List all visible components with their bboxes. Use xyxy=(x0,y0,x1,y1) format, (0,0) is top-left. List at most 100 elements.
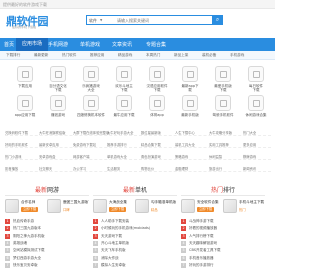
subnav-item[interactable]: 热门软件 xyxy=(62,53,76,58)
text-link[interactable]: 角色扮演游戏 xyxy=(141,154,161,159)
list-item[interactable]: 7 好玩的手游排行 xyxy=(181,262,265,270)
text-link[interactable]: 兑换码软件下载 xyxy=(5,130,28,135)
text-link[interactable]: 购物比价 xyxy=(141,166,154,171)
text-link[interactable]: 实用工具推荐 xyxy=(209,142,229,147)
list-item-label: 天天游戏下载 xyxy=(101,233,122,238)
app-tile[interactable]: 赚钱游戏 xyxy=(43,95,73,125)
app-tile[interactable]: 乐疯猪游戏 大全 xyxy=(76,66,106,96)
column-title[interactable]: 最新网游 xyxy=(35,185,59,194)
app-tile[interactable]: 最爱手机版 下载 xyxy=(208,66,238,96)
featured-title[interactable]: 鹿团三国九游版下载 xyxy=(63,200,89,205)
column-title[interactable]: 热门排行 xyxy=(211,185,235,194)
app-tile[interactable]: 最新手机版 xyxy=(175,95,205,125)
subnav-item[interactable]: 新品上架 xyxy=(174,53,188,58)
text-link[interactable]: 策略游戏 xyxy=(175,154,188,159)
search-category-select[interactable]: 软件 xyxy=(89,18,97,24)
list-item-label: 好玩的手游排行 xyxy=(189,262,214,267)
featured-title[interactable]: 合作名师 xyxy=(21,200,35,205)
featured-badge: 精品 xyxy=(151,208,158,212)
app-tile[interactable]: 驾驶手机软件 xyxy=(208,95,238,125)
list-item-label: 好看的视频播放器 xyxy=(189,226,217,231)
text-link[interactable]: 免费游戏下载站 xyxy=(73,142,96,147)
text-link[interactable]: 大群下载在线体验完整版 xyxy=(73,130,109,135)
featured-title[interactable]: 勾手瞄准单机版 xyxy=(151,200,176,205)
list-item-label: 模拟人生安卓版 xyxy=(101,262,126,267)
featured-thumbnail[interactable] xyxy=(223,199,237,213)
text-link[interactable]: 社交聊天 xyxy=(39,166,52,171)
search-input[interactable] xyxy=(117,17,197,24)
subnav-item[interactable]: 精品游戏 xyxy=(118,53,132,58)
app-tile[interactable]: 体育app xyxy=(142,95,172,125)
subnav-item[interactable]: 下载排行 xyxy=(6,53,20,58)
app-tile[interactable]: 最新app下 载 xyxy=(175,66,205,96)
subnav-item[interactable]: 最新更新 xyxy=(34,53,48,58)
featured-thumbnail[interactable] xyxy=(47,199,61,213)
list-item-label: 热血传奇手游 xyxy=(13,219,34,223)
app-tile[interactable]: 每日软件 下载 xyxy=(241,66,271,96)
list-rank: 1 xyxy=(181,219,186,224)
featured-thumbnail[interactable] xyxy=(135,199,149,213)
text-link[interactable]: 安卓游戏盒 xyxy=(39,154,55,159)
text-link[interactable]: 精品合集下载 xyxy=(141,142,161,147)
text-link[interactable]: 影音播放 xyxy=(5,166,18,171)
text-link[interactable]: 热门小游戏 xyxy=(5,154,21,159)
text-link[interactable]: 数位星最新版 xyxy=(141,130,161,135)
subnav-item[interactable]: 本周热门 xyxy=(146,53,160,58)
app-tile[interactable]: 欢乐斗地主 下载 xyxy=(109,66,139,96)
subnav-item[interactable]: 装机必备 xyxy=(202,53,216,58)
app-tile[interactable]: 四娘修换机本软件 xyxy=(76,95,106,125)
text-link[interactable]: 单机游戏大全 xyxy=(107,154,127,159)
app-tile[interactable]: app应用下载 xyxy=(10,95,40,125)
text-link[interactable]: 休闲益智 xyxy=(209,154,222,159)
featured-thumbnail[interactable] xyxy=(93,199,107,213)
app-tile[interactable]: 最牛应用下载 xyxy=(109,95,139,125)
text-link[interactable]: 棋牌游戏 xyxy=(243,154,256,159)
text-link[interactable]: 好用的手机软件 xyxy=(5,142,28,147)
text-link[interactable]: 网游客户端 xyxy=(73,154,89,159)
text-link[interactable]: 大牛旺消旗联结版 xyxy=(39,130,65,135)
app-tile[interactable]: 休闲游戏合集 xyxy=(241,95,271,125)
nav-item[interactable]: 首页 xyxy=(4,41,14,48)
text-link[interactable]: 大牛好玩手游大全 xyxy=(107,130,133,135)
subnav-item[interactable]: 手机游戏 xyxy=(230,53,244,58)
app-tile[interactable]: 百分语文化 下载 xyxy=(43,66,73,96)
subnav-item[interactable]: 推荐应用 xyxy=(90,53,104,58)
featured-title[interactable]: 安全软件合集 xyxy=(197,200,219,205)
text-link[interactable]: 更多应用 xyxy=(243,142,256,147)
featured-thumbnail[interactable] xyxy=(5,199,19,213)
featured-title[interactable]: 手机斗地主下载 xyxy=(239,200,264,205)
text-link[interactable]: 最新安卓应用 xyxy=(39,142,59,147)
text-link[interactable]: 大牛攻略分享版 xyxy=(209,130,232,135)
nav-item[interactable]: 应用市场 xyxy=(16,38,49,51)
app-tile[interactable]: 汉语应用软件 下载 xyxy=(142,66,172,96)
chevron-down-icon[interactable]: ▼ xyxy=(100,18,102,22)
nav-item[interactable]: 手机网游 xyxy=(48,41,68,48)
text-link[interactable]: 热门大全 xyxy=(243,130,256,135)
text-link[interactable]: 生活服务 xyxy=(107,166,120,171)
column-title[interactable]: 最新单机 xyxy=(123,185,147,194)
list-item-label: 人气排行榜下载 xyxy=(189,233,214,238)
nav-item[interactable]: 单机游戏 xyxy=(80,41,100,48)
featured-thumbnail[interactable] xyxy=(181,199,195,213)
text-link[interactable]: 装机工具大全 xyxy=(175,142,195,147)
text-link[interactable]: 金融理财 xyxy=(175,166,188,171)
text-link[interactable]: 办公学习 xyxy=(73,166,86,171)
list-rank: 4 xyxy=(181,240,186,246)
app-label: 下载应用 xyxy=(18,84,32,88)
download-button[interactable]: 立即下载 xyxy=(197,207,215,212)
featured-title[interactable]: 大海战全集 xyxy=(109,200,127,205)
list-item[interactable]: 7 快乐宝贝安卓版 xyxy=(5,262,89,270)
app-icon xyxy=(50,95,66,111)
nav-item[interactable]: 专题合集 xyxy=(146,41,166,48)
text-link[interactable]: 旅游出行 xyxy=(209,166,222,171)
text-link[interactable]: 新闻资讯 xyxy=(243,166,256,171)
download-button[interactable]: 立即下载 xyxy=(109,207,127,212)
list-item[interactable]: 7 模拟人生安卓版 xyxy=(93,262,177,270)
nav-item[interactable]: 文章资讯 xyxy=(112,41,132,48)
site-logo[interactable]: 鼎软件园 最好的手机下载站 xyxy=(6,13,50,29)
download-button[interactable]: 立即下载 xyxy=(21,207,39,212)
text-link[interactable]: 人生下载中心 xyxy=(175,130,195,135)
text-link[interactable]: 推荐手游排行 xyxy=(107,142,127,147)
search-button[interactable]: ⌕ xyxy=(212,15,223,25)
app-tile[interactable]: 下载应用 xyxy=(10,66,40,96)
